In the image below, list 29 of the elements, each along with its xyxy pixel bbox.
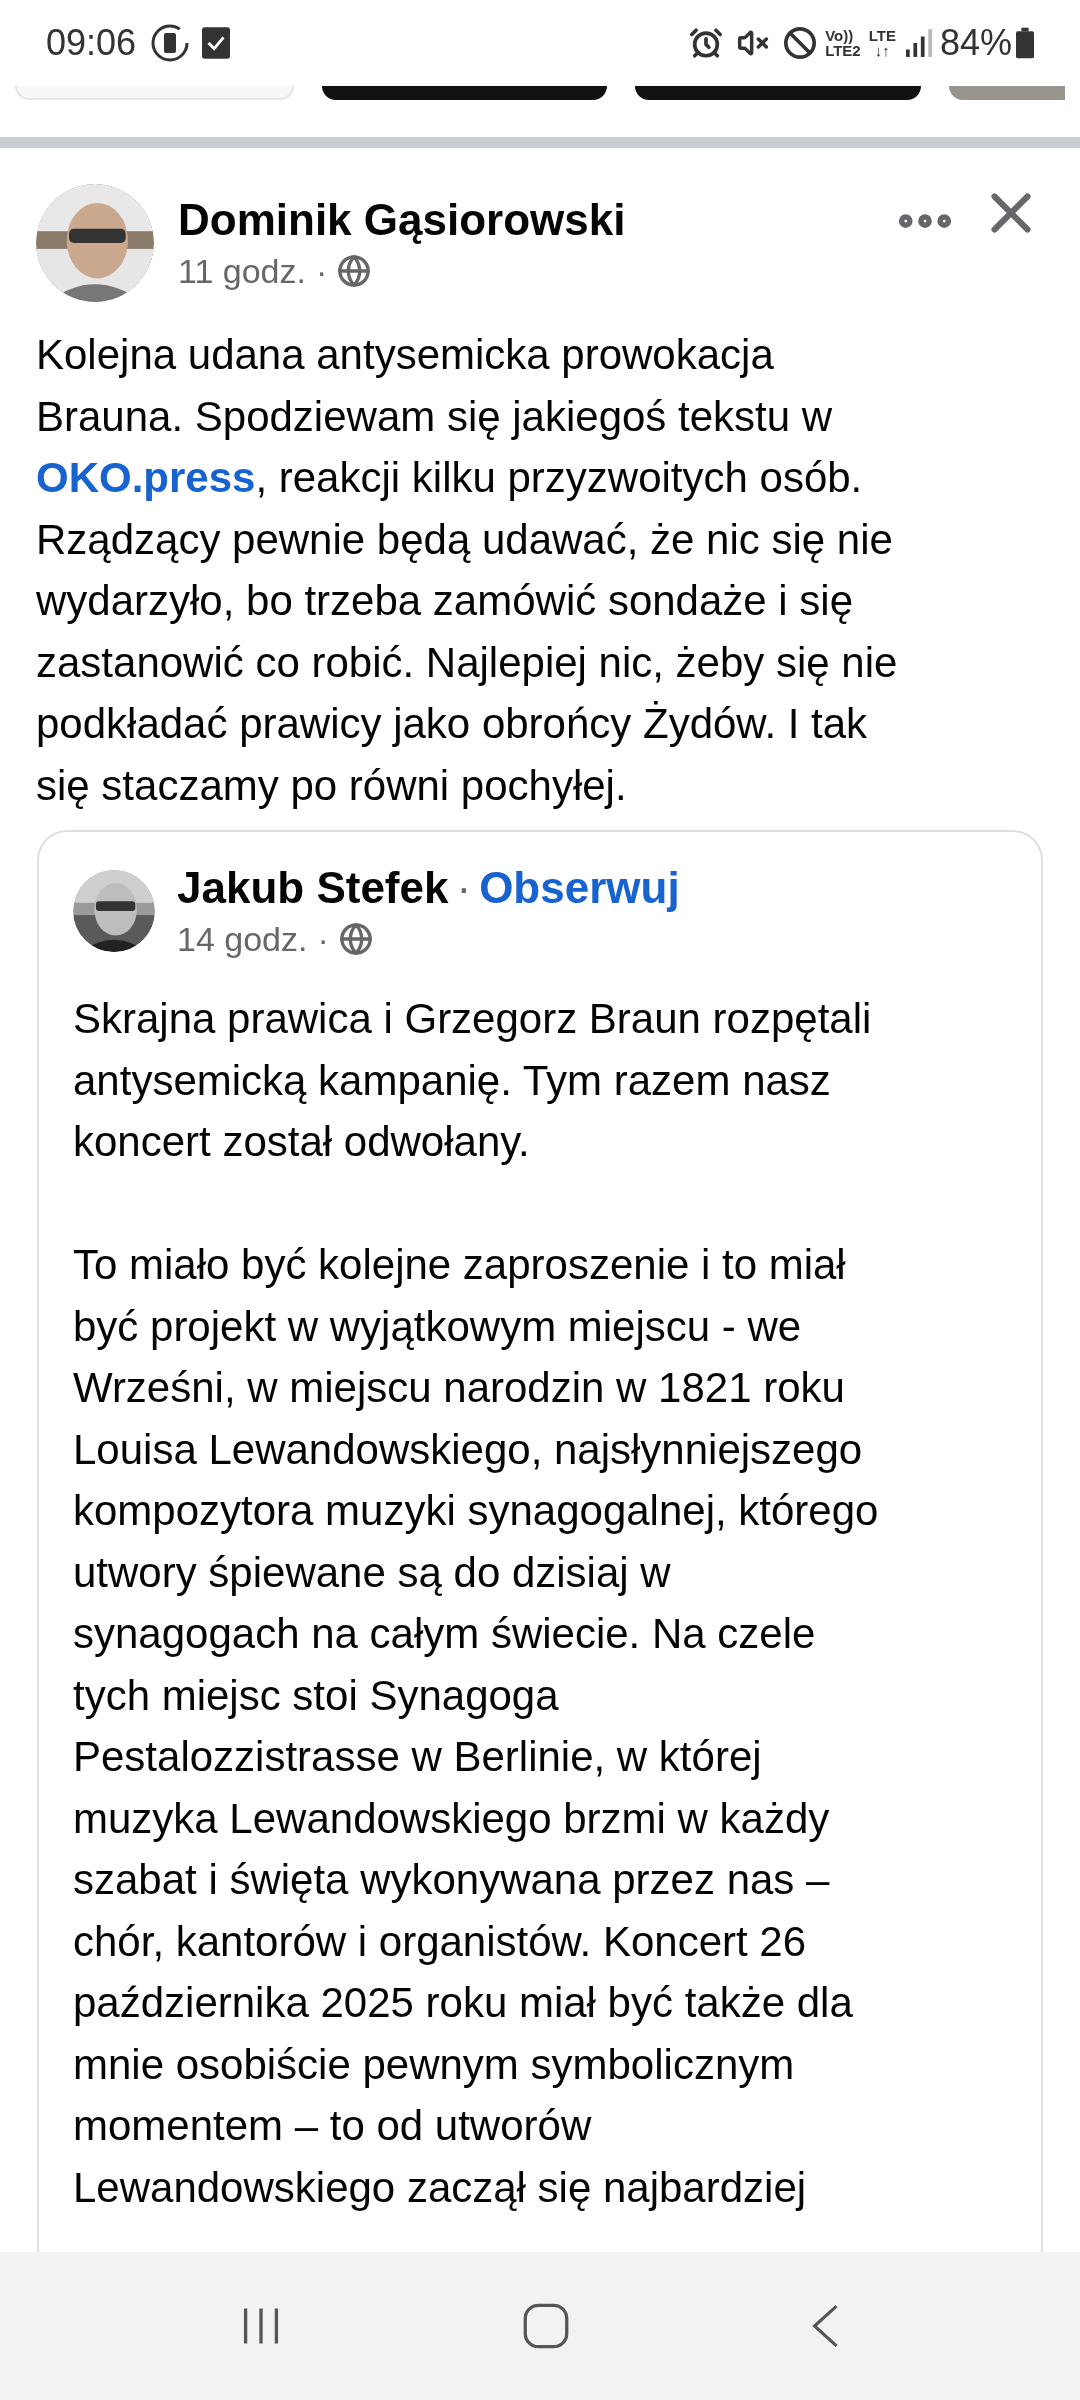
volte-label: LTE2 (825, 43, 861, 58)
post-paragraph: Skrajna prawica i Grzegorz Braun rozpętali antysemicką kampanię. Tym razem nasz koncert został odwołany. (73, 994, 873, 1167)
clock-time: 09:06 (46, 21, 137, 65)
post-paragraph: To miało być kolejne zaproszenie i to miał być projekt w wyjątkowym miejscu - we Wrześni, w miejscu narodzin w 1821 roku Louisa Lewandowskiego, najsłynniejszego kompozytora muzyki synagogalnej, którego utwory śpiewane są do dzisiaj w synagogach na całym świecie. Na czele tych miejsc stoi Synagoga Pestalozzistrasse w Berlinie, w której muzyka Lewandowskiego brzmi w każdy szabat i święta wykonywana przez nas – chór, kantorów i organistów. Koncert 26 października 2025 roku miał być także dla mnie osobiście pewnym symbolicznym momentem – to od utworów Lewandowskiego zaczął się najbardziej (73, 1240, 880, 2213)
post-time[interactable]: 14 godz. (177, 916, 308, 962)
battery-icon (1016, 27, 1034, 59)
globe-icon (338, 922, 373, 956)
volte-label: Vo)) (825, 28, 855, 43)
lte-label: LTE (868, 28, 896, 43)
signal-icon (905, 29, 932, 57)
block-icon (783, 26, 818, 60)
separator-dot: · (315, 251, 328, 292)
phone-circle-icon (150, 23, 191, 63)
separator-dot: · (456, 862, 472, 914)
link[interactable]: OKO.press (36, 454, 256, 501)
author-name[interactable]: Jakub Stefek (177, 860, 449, 916)
battery-percent: 84% (939, 21, 1012, 65)
checkbox-icon (202, 27, 231, 59)
home-icon[interactable] (522, 2302, 570, 2350)
story-card[interactable] (321, 86, 608, 100)
alarm-icon (689, 26, 724, 60)
post-text: Kolejna udana antysemicka prowokacja Brauna. Spodziewam się jakiegoś tekstu w OKO.press, reakcji kilku przyzwoitych osób. Rządzący pewnie będą udawać, że nic się nie wydarzyło, bo trzeba zamówić sondaże i się zastanowić co robić. Najlepiej nic, żeby się nie podkładać prawicy jako obrońcy Żydów. I tak się staczamy po równi pochyłej. (35, 330, 899, 811)
post-time[interactable]: 11 godz. (178, 248, 306, 294)
globe-icon (337, 254, 372, 288)
story-card[interactable] (635, 86, 921, 100)
separator-dot: · (317, 919, 329, 960)
lte-arrows: ↓↑ (874, 43, 890, 58)
follow-link[interactable]: Obserwuj (479, 860, 680, 916)
author-name[interactable]: Dominik Gąsiorowski (178, 192, 892, 248)
